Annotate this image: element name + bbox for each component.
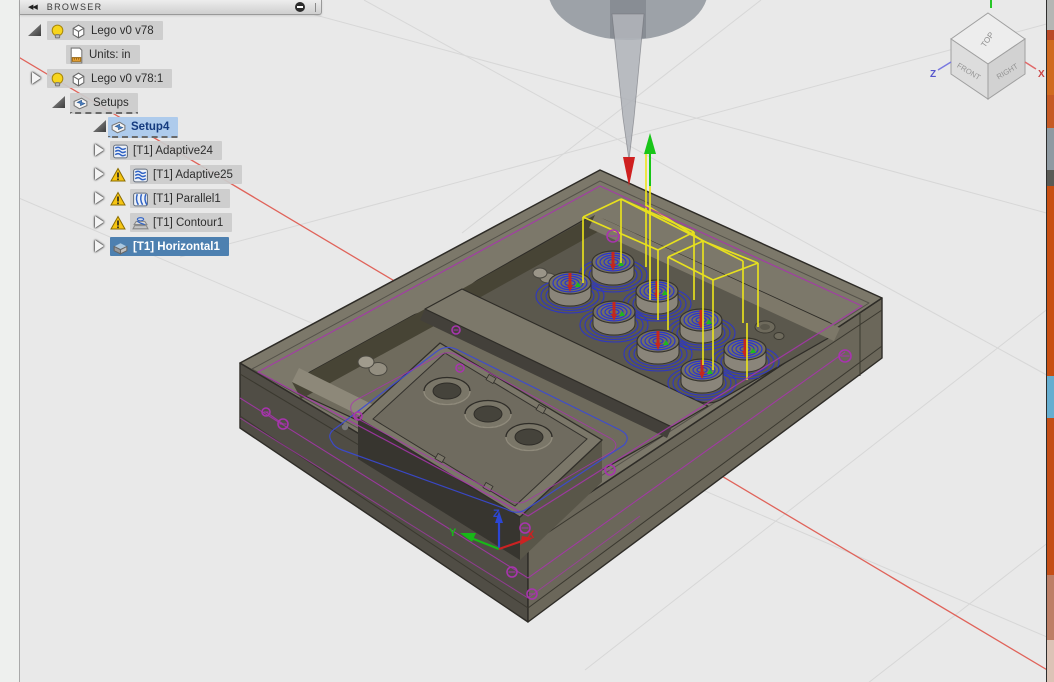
background-window-fragment — [1047, 40, 1054, 95]
component-icon — [70, 71, 87, 87]
tree-item-label: Units: in — [89, 48, 131, 61]
tree-item[interactable]: [T1] Adaptive24 — [110, 141, 222, 160]
stud — [548, 271, 592, 307]
background-window-fragment — [1047, 640, 1054, 682]
tree-item[interactable]: [T1] Contour1 — [130, 213, 233, 232]
tree-item[interactable]: Setup4 — [108, 117, 179, 138]
parallel-icon — [132, 191, 149, 207]
background-window-fragment — [1047, 376, 1054, 418]
stud — [679, 308, 723, 344]
tree-item-label: [T1] Adaptive24 — [133, 144, 213, 157]
expand-node-icon[interactable] — [95, 168, 104, 180]
tree-item-label: Setups — [93, 96, 129, 109]
background-window-fragment — [1047, 575, 1054, 640]
warning-icon — [110, 167, 126, 182]
tree-item[interactable]: Lego v0 v78:1 — [47, 69, 173, 88]
triad-z-label: Z — [493, 508, 500, 520]
background-window-fragment — [1047, 170, 1054, 186]
stud — [635, 279, 679, 315]
tree-item-label: Setup4 — [131, 120, 170, 133]
tree-item[interactable]: [T1] Horizontal1 — [110, 237, 229, 256]
tree-item-label: [T1] Adaptive25 — [153, 168, 233, 181]
background-window-fragment — [1047, 30, 1054, 40]
tree-item[interactable]: Lego v0 v78 — [47, 21, 163, 40]
tree-item-label: [T1] Parallel1 — [153, 192, 221, 205]
expand-node-icon[interactable] — [95, 240, 104, 252]
tree-item[interactable]: Units: in — [66, 45, 140, 64]
stud — [592, 300, 636, 336]
contour-icon — [132, 215, 149, 231]
warning-icon — [110, 191, 126, 206]
adaptive-icon — [132, 167, 149, 183]
triad-y-label: Y — [449, 527, 457, 539]
expand-node-icon[interactable] — [95, 144, 104, 156]
stud — [723, 337, 767, 373]
stud — [591, 250, 635, 286]
background-window-strip — [1046, 0, 1054, 682]
background-window-fragment — [1047, 0, 1054, 30]
adaptive-icon — [112, 143, 129, 159]
gray-point-marker — [341, 423, 349, 431]
tree-item-label: Lego v0 v78:1 — [91, 72, 164, 85]
collapse-node-icon[interactable] — [93, 120, 106, 132]
stud — [680, 358, 724, 394]
tree-item-label: [T1] Contour1 — [153, 216, 224, 229]
component-icon — [70, 23, 87, 39]
viewcube-z-axis-label: Z — [930, 69, 936, 80]
units-icon — [68, 47, 85, 63]
tree-item-label: Lego v0 v78 — [91, 24, 154, 37]
visibility-bulb-icon[interactable] — [49, 23, 66, 39]
background-window-fragment — [1047, 186, 1054, 376]
horizontal-icon — [112, 239, 129, 255]
background-window-fragment — [1047, 95, 1054, 128]
visibility-bulb-icon[interactable] — [49, 71, 66, 87]
setup-icon — [72, 95, 89, 111]
viewcube-x-axis-label: X — [1038, 69, 1045, 80]
tree-item[interactable]: Setups — [70, 93, 138, 114]
expand-node-icon[interactable] — [32, 72, 41, 84]
tree-item[interactable]: [T1] Adaptive25 — [130, 165, 242, 184]
tree-item[interactable]: [T1] Parallel1 — [130, 189, 230, 208]
stud — [636, 329, 680, 365]
tree-item-label: [T1] Horizontal1 — [133, 240, 220, 253]
collapse-node-icon[interactable] — [28, 24, 41, 36]
background-window-fragment — [1047, 128, 1054, 170]
setup-icon — [110, 119, 127, 135]
warning-icon — [110, 215, 126, 230]
browser-tree: Lego v0 v78 Units: in Lego v0 v78:1 Setups S… — [0, 0, 340, 300]
background-window-fragment — [1047, 418, 1054, 575]
expand-node-icon[interactable] — [95, 216, 104, 228]
collapse-node-icon[interactable] — [52, 96, 65, 108]
expand-node-icon[interactable] — [95, 192, 104, 204]
